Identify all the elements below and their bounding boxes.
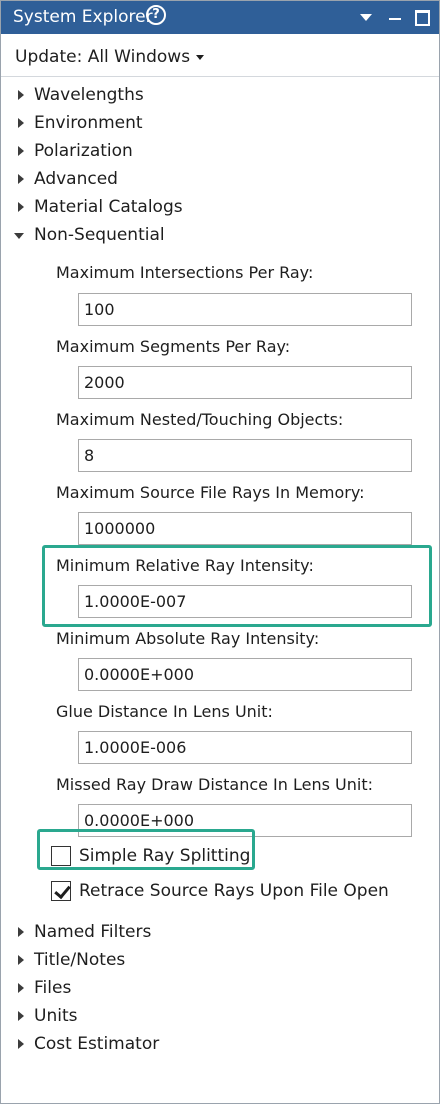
collapse-arrow-icon [14,233,24,239]
dropdown-icon[interactable] [357,6,377,28]
caret-down-icon [196,54,205,60]
expand-arrow-icon [18,118,24,128]
max-source-file-rays-label: Maximum Source File Rays In Memory: [56,483,365,502]
tree-item-label: Named Filters [34,922,152,942]
highlight-min-relative-intensity [42,545,432,627]
glue-distance-input[interactable] [78,731,412,764]
update-label: Update: All Windows [15,47,191,67]
expand-arrow-icon [18,202,24,212]
expand-arrow-icon [18,983,24,993]
max-intersections-label: Maximum Intersections Per Ray: [56,263,314,282]
minimize-icon[interactable] [385,6,405,28]
max-nested-objects-label: Maximum Nested/Touching Objects: [56,410,344,429]
expand-arrow-icon [18,90,24,100]
highlight-simple-ray-splitting [37,829,255,870]
tree-item-label: Polarization [34,141,133,161]
tree-item-title-notes[interactable]: Title/Notes [1,948,439,974]
tree-item-label: Material Catalogs [34,197,183,217]
max-nested-objects-input[interactable] [78,439,412,472]
maximize-icon[interactable] [411,6,431,28]
tree-item-label: Environment [34,113,143,133]
expand-arrow-icon [18,927,24,937]
expand-arrow-icon [18,1039,24,1049]
tree-item-label: Files [34,978,72,998]
tree-item-label: Non-Sequential [34,225,165,245]
expand-arrow-icon [18,955,24,965]
divider [1,76,439,77]
tree-item-label: Title/Notes [34,950,126,970]
missed-ray-draw-distance-label: Missed Ray Draw Distance In Lens Unit: [56,775,373,794]
tree-item-label: Wavelengths [34,85,144,105]
checkbox-label: Retrace Source Rays Upon File Open [79,881,389,901]
tree-item-label: Cost Estimator [34,1034,160,1054]
tree-item-advanced[interactable]: Advanced [1,167,439,193]
expand-arrow-icon [18,1011,24,1021]
tree-item-polarization[interactable]: Polarization [1,139,439,165]
min-absolute-intensity-label: Minimum Absolute Ray Intensity: [56,629,320,648]
checkmark-icon [51,881,71,901]
system-explorer-panel: System Explorer ? Update: All Windows Wa… [0,0,440,1104]
tree-item-units[interactable]: Units [1,1004,439,1030]
max-segments-label: Maximum Segments Per Ray: [56,337,291,356]
min-absolute-intensity-input[interactable] [78,658,412,691]
tree-item-files[interactable]: Files [1,976,439,1002]
max-intersections-input[interactable] [78,293,412,326]
window-title: System Explorer [13,7,153,27]
tree-item-label: Advanced [34,169,118,189]
help-icon[interactable]: ? [146,5,166,25]
expand-arrow-icon [18,174,24,184]
tree-item-material-catalogs[interactable]: Material Catalogs [1,195,439,221]
tree-item-environment[interactable]: Environment [1,111,439,137]
retrace-source-rays-checkbox[interactable]: Retrace Source Rays Upon File Open [51,879,389,901]
tree-item-label: Units [34,1006,78,1026]
glue-distance-label: Glue Distance In Lens Unit: [56,702,273,721]
max-segments-input[interactable] [78,366,412,399]
tree-item-named-filters[interactable]: Named Filters [1,920,439,946]
title-bar: System Explorer ? [1,1,439,34]
tree-item-cost-estimator[interactable]: Cost Estimator [1,1032,439,1058]
expand-arrow-icon [18,146,24,156]
update-dropdown[interactable]: Update: All Windows [15,46,205,68]
max-source-file-rays-input[interactable] [78,512,412,545]
tree-item-non-sequential[interactable]: Non-Sequential [1,223,439,249]
tree-item-wavelengths[interactable]: Wavelengths [1,83,439,109]
